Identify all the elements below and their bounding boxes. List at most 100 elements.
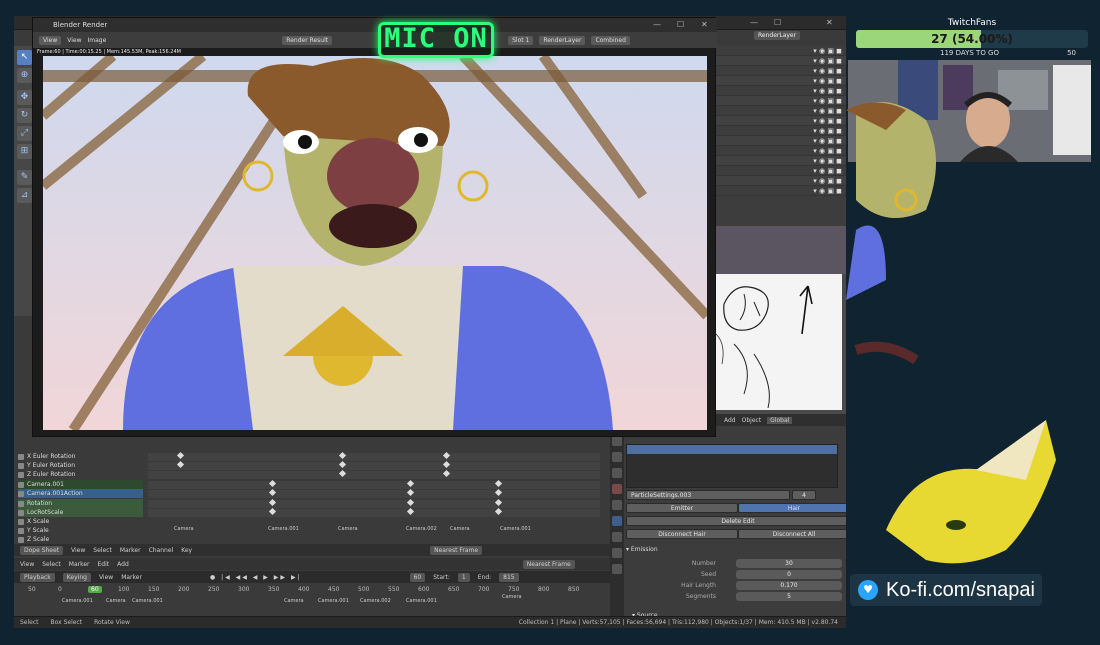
keyframe[interactable]	[338, 451, 347, 460]
close-icon[interactable]: ✕	[701, 20, 708, 29]
constraints-tab-icon[interactable]	[612, 548, 622, 558]
channel-locrotscale[interactable]: LocRotScale	[18, 508, 143, 517]
keyframe[interactable]	[406, 488, 415, 497]
keyframe[interactable]	[268, 507, 277, 516]
channel-toggle[interactable]	[18, 518, 24, 525]
hair-length-field[interactable]: 0.170	[736, 581, 842, 590]
maximize-icon[interactable]: ☐	[774, 18, 781, 27]
outliner-row[interactable]: ▾ ◉ ▣ ◼	[716, 86, 846, 96]
key-menu[interactable]: Key	[181, 547, 192, 554]
pass-select[interactable]: Combined	[591, 35, 630, 45]
number-field[interactable]: 30	[736, 559, 842, 568]
render-window-titlebar[interactable]: Blender Render — ☐ ✕	[33, 18, 717, 32]
marker-menu[interactable]: Marker	[120, 547, 141, 554]
outliner-row[interactable]: ▾ ◉ ▣ ◼	[716, 146, 846, 156]
object-tab-icon[interactable]	[612, 484, 622, 494]
channel-toggle[interactable]	[18, 471, 24, 478]
image-menu[interactable]: Image	[88, 37, 107, 44]
marker-label[interactable]: Camera	[502, 594, 522, 600]
emitter-tab[interactable]: Emitter	[626, 503, 738, 513]
keyframe-track[interactable]	[148, 469, 600, 479]
outliner-row[interactable]: ▾ ◉ ▣ ◼	[716, 186, 846, 196]
segments-field[interactable]: 5	[736, 592, 842, 601]
keyframe-track[interactable]	[148, 488, 600, 498]
keying-menu[interactable]: Keying	[62, 572, 91, 582]
channel-x-euler[interactable]: X Euler Rotation	[18, 452, 143, 461]
channel-y-scale[interactable]: Y Scale	[18, 526, 143, 535]
keyframe[interactable]	[494, 488, 503, 497]
keyframe-track[interactable]	[148, 451, 600, 461]
marker-label[interactable]: Camera.001	[268, 526, 299, 532]
playback-menu[interactable]: Playback	[20, 572, 55, 582]
snap-select[interactable]: Nearest Frame	[430, 545, 483, 555]
particle-settings-field[interactable]: ParticleSettings.003	[626, 490, 790, 500]
maximize-icon[interactable]: ☐	[677, 20, 684, 29]
view-menu[interactable]: View	[71, 547, 85, 554]
keyframe[interactable]	[338, 460, 347, 469]
marker-label[interactable]: Camera.001	[318, 598, 349, 604]
channel-toggle[interactable]	[18, 490, 24, 497]
annotate-tool-icon[interactable]: ✎	[17, 170, 32, 185]
keyframe[interactable]	[176, 451, 185, 460]
object-menu[interactable]: Object	[742, 417, 762, 424]
hair-tab[interactable]: Hair	[738, 503, 846, 513]
channel-camera001-action[interactable]: Camera.001Action	[18, 489, 143, 498]
particle-systems-list[interactable]	[626, 444, 838, 488]
keyframe-track[interactable]	[148, 507, 600, 517]
render-tab-icon[interactable]	[612, 436, 622, 446]
keyframe-track[interactable]	[148, 498, 600, 508]
disconnect-hair-button[interactable]: Disconnect Hair	[626, 529, 738, 539]
outliner-row[interactable]: ▾ ◉ ▣ ◼	[716, 166, 846, 176]
channel-toggle[interactable]	[18, 462, 24, 469]
channel-x-scale[interactable]: X Scale	[18, 517, 143, 526]
marker-label[interactable]: Camera.001	[62, 598, 93, 604]
scale-tool-icon[interactable]: ⤢	[17, 126, 32, 141]
render-result-select[interactable]: Render Result	[282, 35, 333, 45]
marker-label[interactable]: Camera	[284, 598, 304, 604]
playback-controls-icon[interactable]: ● |◀ ◀◀ ◀ ▶ ▶▶ ▶|	[210, 574, 302, 581]
layer-select[interactable]: RenderLayer	[539, 35, 586, 45]
channel-toggle[interactable]	[18, 500, 24, 507]
slot-select[interactable]: Slot 1	[508, 35, 534, 45]
marker-label[interactable]: Camera.001	[500, 526, 531, 532]
sketch-canvas[interactable]	[714, 274, 842, 410]
select-tool-icon[interactable]: ↖	[17, 50, 32, 65]
outliner-row[interactable]: ▾ ◉ ▣ ◼	[716, 136, 846, 146]
scene-tab-icon[interactable]	[612, 468, 622, 478]
keyframe[interactable]	[268, 479, 277, 488]
channel-rotation[interactable]: Rotation	[18, 499, 143, 508]
render-window[interactable]: Blender Render — ☐ ✕ View View Image Ren…	[32, 17, 717, 437]
modifier-tab-icon[interactable]	[612, 500, 622, 510]
marker-label[interactable]: Camera	[106, 598, 126, 604]
keyframe[interactable]	[494, 507, 503, 516]
keyframe[interactable]	[338, 469, 347, 478]
measure-tool-icon[interactable]: ⊿	[17, 188, 32, 203]
marker-label[interactable]: Camera	[338, 526, 358, 532]
marker-label[interactable]: Camera.002	[406, 526, 437, 532]
marker-label[interactable]: Camera.001	[406, 598, 437, 604]
add-menu-2[interactable]: Add	[117, 561, 129, 568]
outliner-row[interactable]: ▾ ◉ ▣ ◼	[716, 56, 846, 66]
start-frame-field[interactable]: 1	[457, 572, 470, 582]
select-menu-2[interactable]: Select	[42, 561, 61, 568]
outliner-row[interactable]: ▾ ◉ ▣ ◼	[716, 46, 846, 56]
editor-type-select[interactable]: Dope Sheet	[20, 545, 64, 555]
outliner-row[interactable]: ▾ ◉ ▣ ◼	[716, 106, 846, 116]
keyframe[interactable]	[268, 488, 277, 497]
channel-z-scale[interactable]: Z Scale	[18, 535, 143, 544]
emission-section-header[interactable]: ▾ Emission	[626, 546, 658, 553]
keyframe-track[interactable]	[148, 460, 600, 470]
keyframe[interactable]	[176, 460, 185, 469]
view-select[interactable]: View	[39, 35, 62, 45]
keyframe[interactable]	[442, 469, 451, 478]
global-select[interactable]: Global	[767, 416, 793, 424]
rotate-tool-icon[interactable]: ↻	[17, 108, 32, 123]
outliner-row[interactable]: ▾ ◉ ▣ ◼	[716, 96, 846, 106]
particle-system-row[interactable]	[627, 445, 837, 454]
seed-field[interactable]: 0	[736, 570, 842, 579]
keyframe[interactable]	[442, 451, 451, 460]
keyframe[interactable]	[494, 498, 503, 507]
keyframe-track[interactable]	[148, 479, 600, 489]
output-tab-icon[interactable]	[612, 452, 622, 462]
snap-select-2[interactable]: Nearest Frame	[522, 559, 575, 569]
